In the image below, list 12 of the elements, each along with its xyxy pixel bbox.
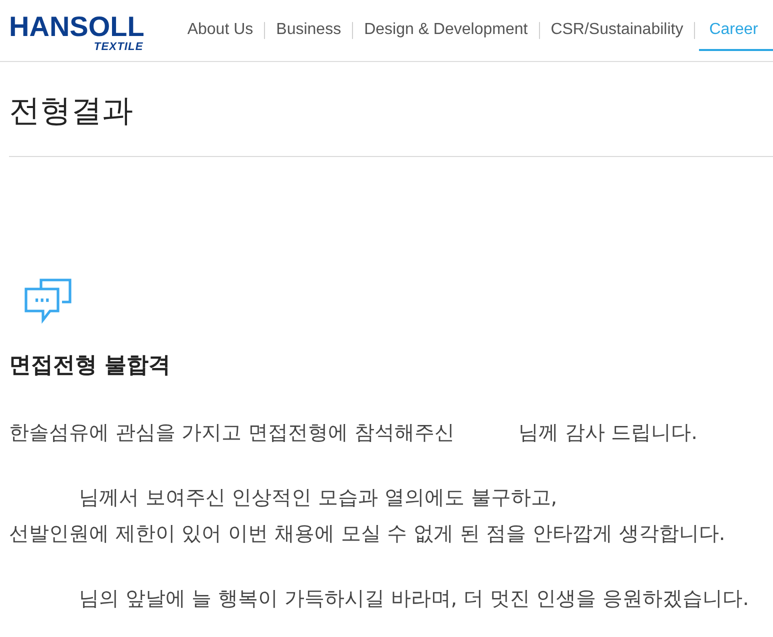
message-text: 님께 감사 드립니다. (518, 420, 698, 444)
page-title: 전형결과 (9, 92, 134, 131)
nav-link[interactable]: CSR/Sustainability (540, 0, 694, 51)
logo-link[interactable]: HANSOLL TEXTILE (9, 13, 144, 54)
chat-bubbles-icon (24, 278, 72, 324)
message-text: 한솔섬유에 관심을 가지고 면접전형에 참석해주신 (9, 420, 454, 444)
result-heading: 면접전형 불합격 (9, 352, 172, 380)
message-text: 님께서 보여주신 인상적인 모습과 열의에도 불구하고, 선발인원에 제한이 있어 이번 채용에 모실 수 없게 된 점을 안타깝게 생각합니다. (9, 485, 726, 545)
nav-link[interactable]: About Us (176, 0, 264, 51)
nav-link[interactable]: Design & Development (353, 0, 539, 51)
message-text: 님의 앞날에 늘 행복이 가득하시길 바라며, 더 멋진 인생을 응원하겠습니다. (79, 586, 749, 610)
nav-link[interactable]: Business (265, 0, 352, 51)
